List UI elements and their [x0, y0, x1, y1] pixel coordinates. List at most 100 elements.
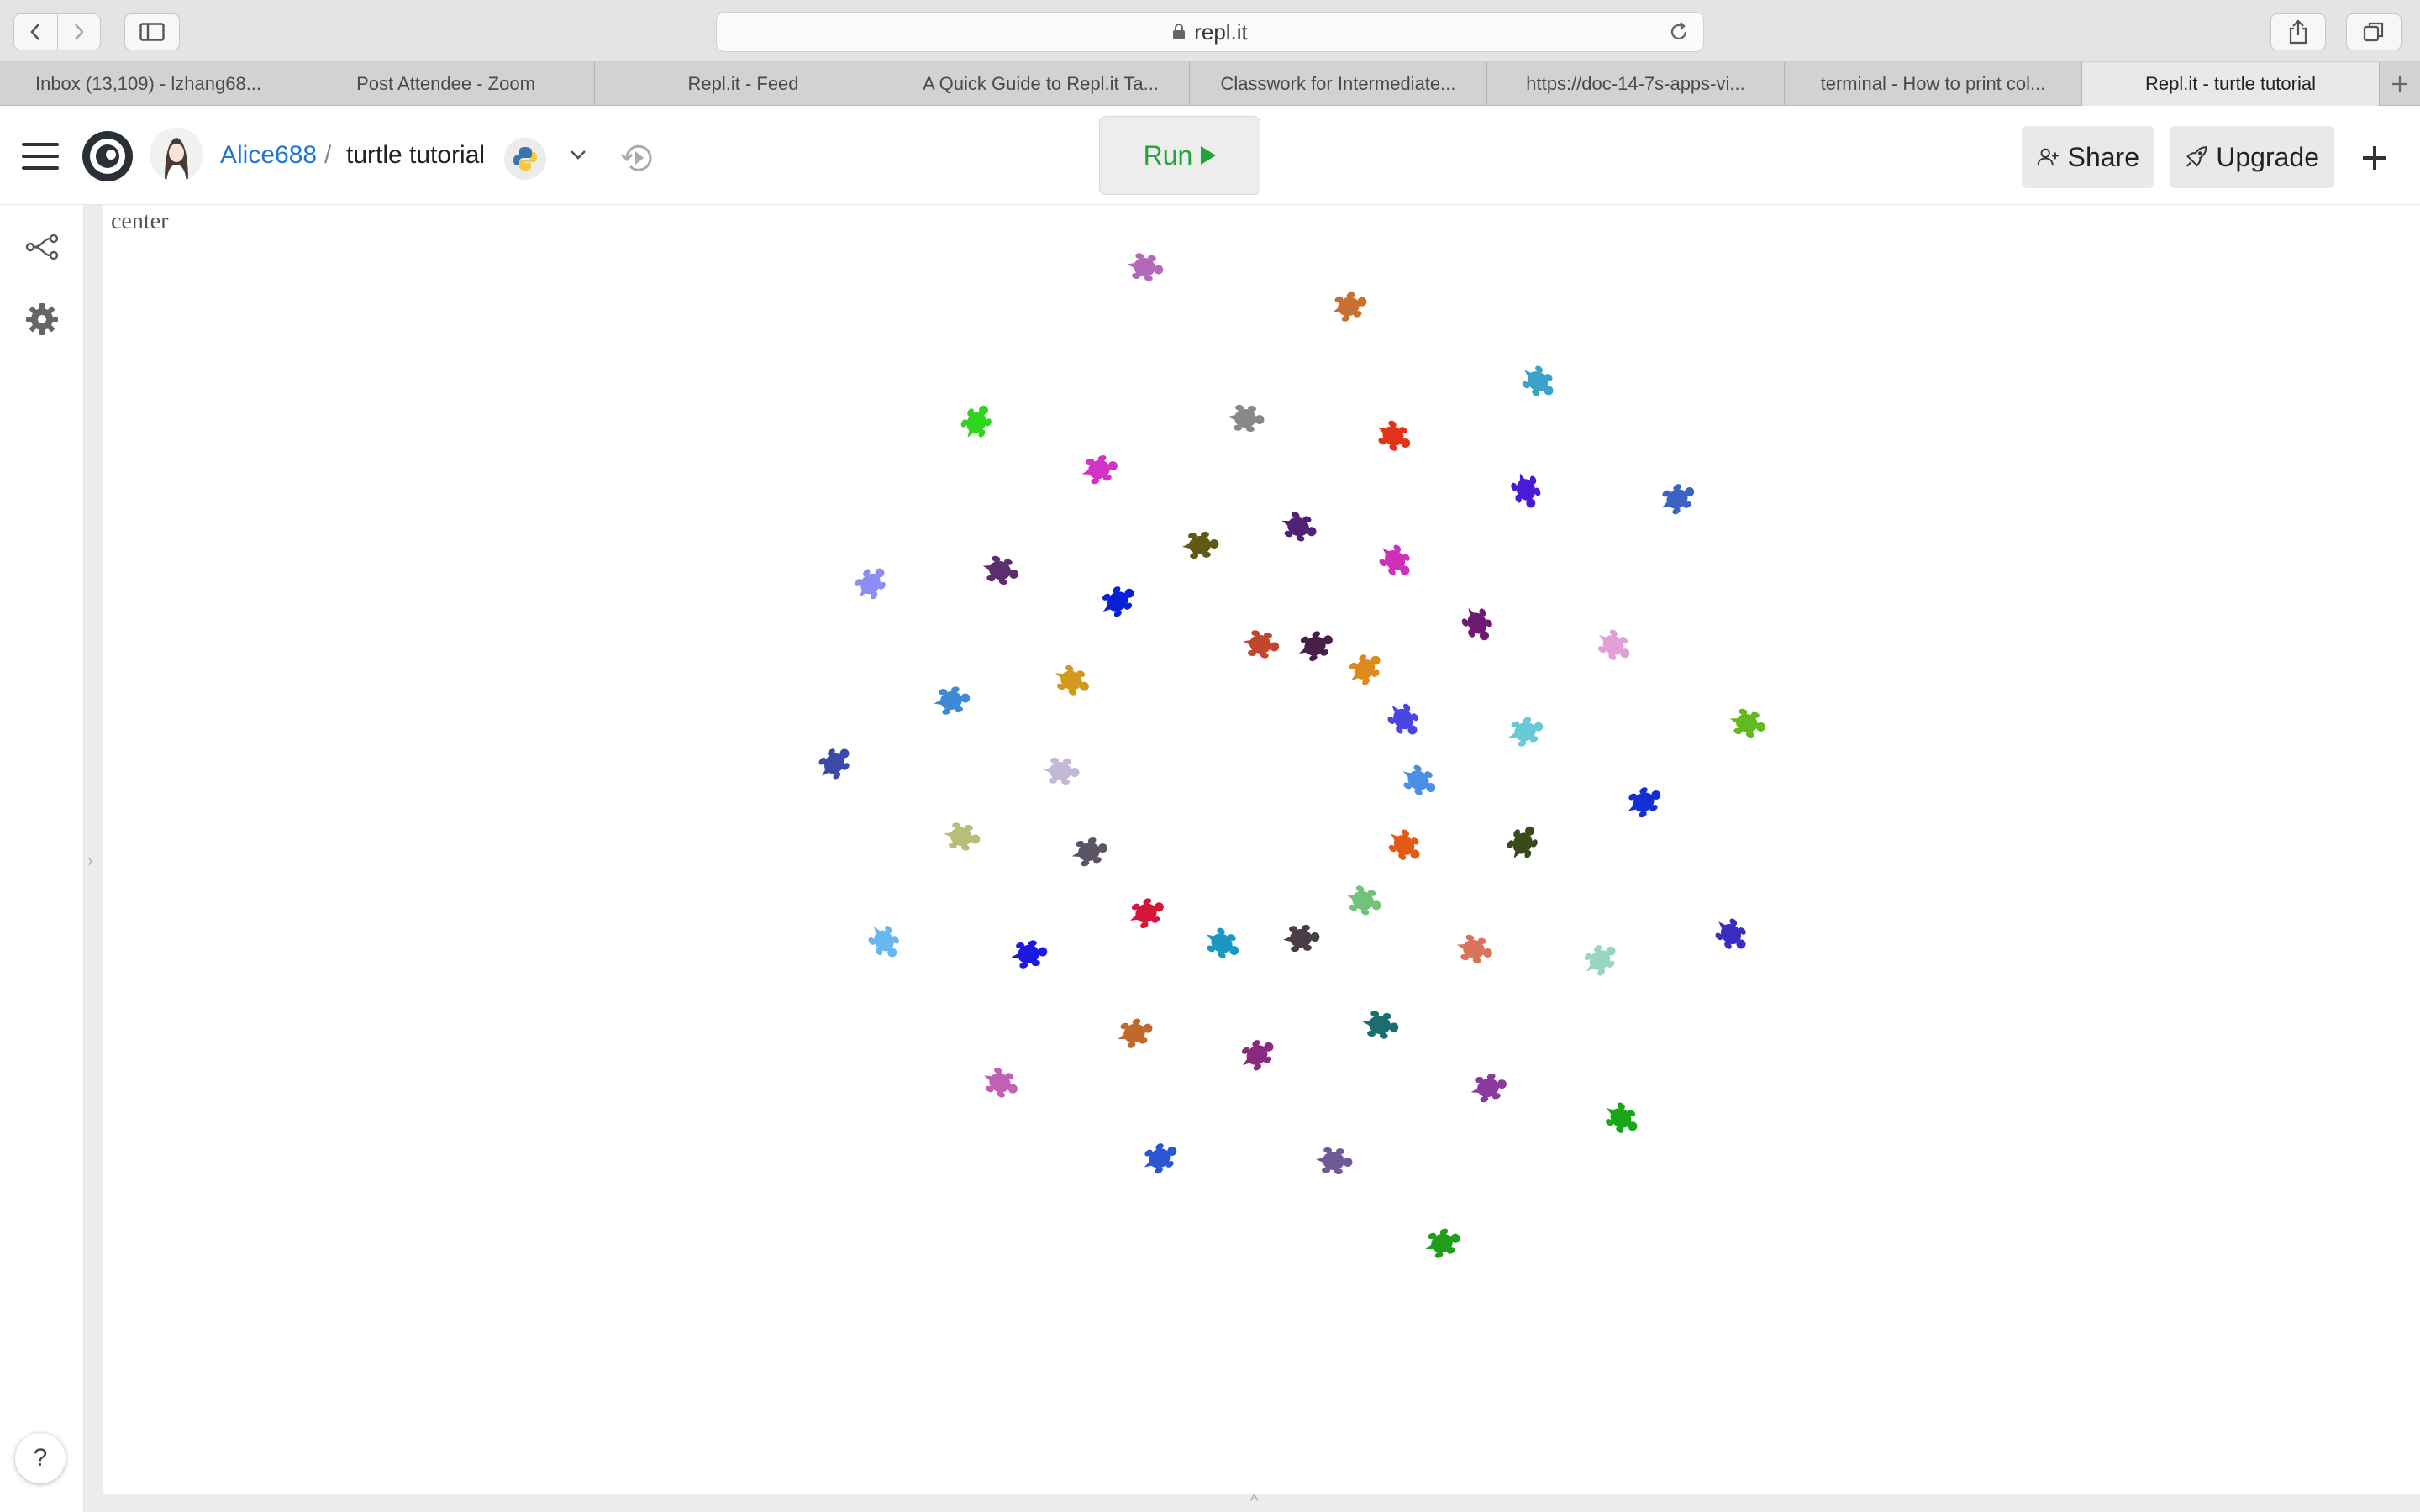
chevron-down-icon[interactable] [568, 144, 588, 165]
turtle-stamp [818, 748, 850, 780]
run-label: Run [1143, 139, 1193, 171]
turtle-stamp [1243, 630, 1280, 659]
turtle-stamp [1387, 703, 1418, 735]
new-repl-plus-icon[interactable] [2358, 141, 2391, 175]
turtle-stamp [1598, 629, 1630, 660]
address-bar[interactable]: repl.it [716, 12, 1704, 52]
menu-icon[interactable] [22, 143, 59, 170]
turtle-stamp [960, 405, 992, 438]
browser-tab[interactable]: https://doc-14-7s-apps-vi... [1487, 62, 1785, 106]
turtle-stamp [1118, 1018, 1153, 1048]
turtle-stamp [1055, 664, 1089, 696]
turtle-stamp [1628, 787, 1661, 818]
run-button[interactable]: Run [1099, 116, 1260, 195]
sidebar-icon [139, 23, 165, 41]
turtle-stamp [1144, 1143, 1177, 1174]
breadcrumb-separator: / [324, 141, 332, 169]
turtle-stamp [1043, 757, 1080, 785]
turtle-stamp [1606, 1102, 1638, 1133]
replit-logo-icon[interactable] [81, 129, 134, 183]
version-control-icon[interactable] [25, 234, 59, 260]
turtle-stamp [1461, 607, 1492, 641]
back-button[interactable] [14, 14, 57, 50]
turtle-stamp [1316, 1147, 1353, 1175]
repl-header: Alice688 / turtle tutorial Run Share Upg… [0, 106, 2420, 205]
upgrade-button[interactable]: Upgrade [2170, 126, 2334, 188]
owner-username[interactable]: Alice688 [220, 141, 317, 170]
turtle-stamp [1102, 586, 1134, 617]
turtle-stamp [1425, 1228, 1460, 1258]
chevron-up-icon[interactable]: ^ [1250, 1492, 1258, 1511]
turtle-stamp [1011, 940, 1048, 969]
turtle-stamp [1508, 717, 1544, 747]
turtle-stamp [983, 1067, 1018, 1098]
browser-tab-active[interactable]: Repl.it - turtle tutorial [2082, 62, 2380, 106]
turtle-stamp [1332, 291, 1367, 322]
turtle-stamp [1071, 837, 1107, 867]
turtle-stamp [1283, 924, 1320, 953]
browser-tab[interactable]: terminal - How to print col... [1785, 62, 2082, 106]
tab-label: terminal - How to print col... [1820, 73, 2046, 94]
gear-icon[interactable] [25, 302, 59, 336]
turtle-stamp [1584, 945, 1616, 976]
bottom-splitter[interactable]: ^ [103, 1492, 2420, 1512]
avatar[interactable] [150, 128, 203, 181]
help-button[interactable]: ? [15, 1433, 66, 1483]
turtle-stamp [1081, 454, 1118, 485]
turtle-stamp [1511, 473, 1541, 508]
new-tab-button[interactable] [2380, 62, 2420, 106]
browser-tab[interactable]: A Quick Guide to Repl.it Ta... [892, 62, 1190, 106]
upgrade-label: Upgrade [2216, 141, 2319, 172]
turtle-stamp [1242, 1040, 1274, 1071]
turtle-stamp [1182, 531, 1219, 559]
browser-tab[interactable]: Inbox (13,109) - lzhang68... [0, 62, 297, 106]
add-user-icon [2037, 148, 2059, 166]
share-label: Share [2067, 141, 2139, 172]
pane-splitter[interactable]: › [84, 205, 103, 1512]
chevron-left-icon [30, 24, 40, 40]
sidebar-toggle-button[interactable] [124, 13, 180, 50]
turtle-stamp [1346, 885, 1381, 916]
url-text: repl.it [1194, 18, 1248, 45]
python-icon[interactable] [504, 138, 546, 180]
canvas-label: center [111, 208, 169, 234]
tab-label: Inbox (13,109) - lzhang68... [34, 73, 262, 94]
browser-tab[interactable]: Classwork for Intermediate... [1190, 62, 1487, 106]
lock-icon [1172, 24, 1186, 40]
nav-button-group [13, 13, 101, 50]
share-button[interactable]: Share [2022, 126, 2154, 188]
browser-tab[interactable]: Post Attendee - Zoom [297, 62, 595, 106]
tab-label: A Quick Guide to Repl.it Ta... [923, 73, 1159, 94]
turtle-stamp [1281, 512, 1317, 542]
turtle-stamp [982, 555, 1018, 585]
tab-label: Post Attendee - Zoom [356, 73, 535, 94]
turtle-stamp [1402, 764, 1436, 795]
forward-button[interactable] [56, 14, 100, 50]
turtle-stamp [1388, 829, 1420, 860]
browser-tab[interactable]: Repl.it - Feed [595, 62, 892, 106]
turtle-canvas[interactable]: center [103, 205, 2420, 1494]
turtle-stamp [1661, 484, 1695, 515]
browser-share-button[interactable] [2270, 13, 2326, 50]
turtle-stamp [1127, 253, 1164, 281]
turtle-stamp [1729, 708, 1765, 738]
turtle-stamp [1349, 654, 1381, 685]
reload-icon[interactable] [1668, 21, 1690, 49]
project-title[interactable]: turtle tutorial [346, 141, 485, 170]
tab-label: Classwork for Intermediate... [1220, 73, 1456, 94]
play-icon [1201, 146, 1217, 165]
show-tabs-button[interactable] [2346, 13, 2402, 50]
tab-label: Repl.it - Feed [687, 73, 799, 94]
expand-chevron-icon[interactable]: › [87, 852, 93, 871]
turtle-stamp [944, 822, 981, 851]
tab-strip: Inbox (13,109) - lzhang68... Post Attend… [0, 62, 2420, 106]
turtle-stamp [1379, 544, 1410, 575]
turtle-stamp [1470, 1073, 1507, 1103]
tabs-overview-icon [2363, 22, 2384, 42]
turtle-stamp [868, 926, 899, 958]
turtle-stamp [1228, 404, 1265, 433]
history-icon[interactable] [618, 138, 659, 178]
turtle-stamp [1522, 365, 1554, 396]
turtle-stamp [1362, 1011, 1399, 1039]
tab-label: Repl.it - turtle tutorial [2145, 73, 2316, 94]
